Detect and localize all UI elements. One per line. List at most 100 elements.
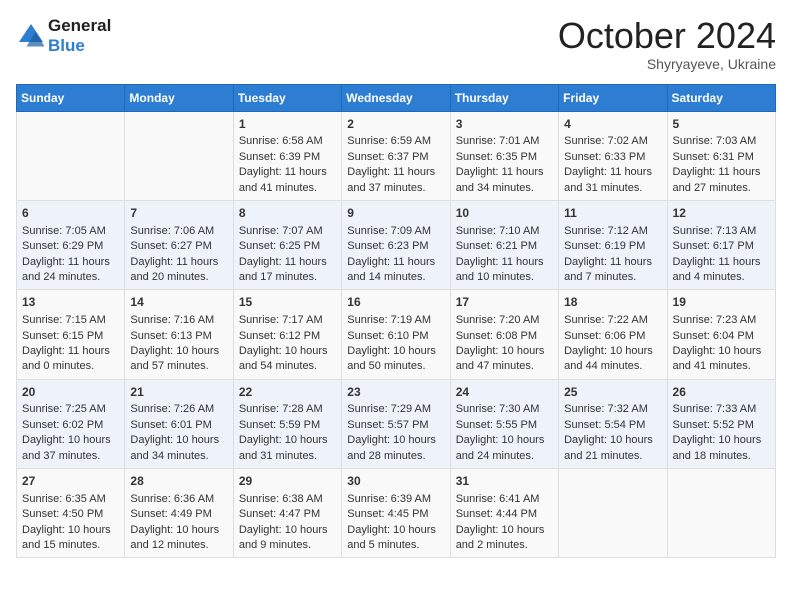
col-header-wednesday: Wednesday xyxy=(342,84,450,111)
day-info: Daylight: 10 hours and 44 minutes. xyxy=(564,344,661,375)
day-info: Sunrise: 6:41 AM xyxy=(456,492,553,507)
day-info: Sunset: 6:19 PM xyxy=(564,239,661,254)
day-info: Sunset: 6:35 PM xyxy=(456,150,553,165)
day-number: 25 xyxy=(564,384,661,401)
title-block: October 2024 Shyryayeve, Ukraine xyxy=(558,16,776,72)
day-info: Daylight: 10 hours and 24 minutes. xyxy=(456,433,553,464)
day-number: 30 xyxy=(347,473,444,490)
day-info: Sunrise: 6:58 AM xyxy=(239,134,336,149)
day-info: Daylight: 10 hours and 37 minutes. xyxy=(22,433,119,464)
day-info: Sunrise: 7:13 AM xyxy=(673,224,770,239)
day-cell: 22Sunrise: 7:28 AMSunset: 5:59 PMDayligh… xyxy=(233,379,341,468)
day-cell: 3Sunrise: 7:01 AMSunset: 6:35 PMDaylight… xyxy=(450,111,558,200)
day-info: Daylight: 10 hours and 2 minutes. xyxy=(456,523,553,554)
col-header-saturday: Saturday xyxy=(667,84,775,111)
day-info: Daylight: 11 hours and 41 minutes. xyxy=(239,165,336,196)
col-header-sunday: Sunday xyxy=(17,84,125,111)
day-info: Daylight: 10 hours and 34 minutes. xyxy=(130,433,227,464)
day-cell: 14Sunrise: 7:16 AMSunset: 6:13 PMDayligh… xyxy=(125,290,233,379)
day-cell: 13 Sunrise: 7:15 AMSunset: 6:15 PMDayligh… xyxy=(17,290,125,379)
day-number: 7 xyxy=(130,205,227,222)
day-info: Daylight: 11 hours and 20 minutes. xyxy=(130,255,227,286)
col-header-thursday: Thursday xyxy=(450,84,558,111)
day-info: Sunrise: 6:39 AM xyxy=(347,492,444,507)
day-info: Sunset: 6:01 PM xyxy=(130,418,227,433)
day-number: 14 xyxy=(130,294,227,311)
day-number: 13 xyxy=(22,294,119,311)
day-info: Daylight: 10 hours and 31 minutes. xyxy=(239,433,336,464)
day-info: Sunrise: 7:02 AM xyxy=(564,134,661,149)
day-info: Sunset: 6:02 PM xyxy=(22,418,119,433)
day-info: Sunset: 6:21 PM xyxy=(456,239,553,254)
day-cell: 31Sunrise: 6:41 AMSunset: 4:44 PMDayligh… xyxy=(450,469,558,558)
day-number: 17 xyxy=(456,294,553,311)
day-cell: 29 Sunrise: 6:38 AMSunset: 4:47 PMDayligh… xyxy=(233,469,341,558)
day-info: Sunset: 6:33 PM xyxy=(564,150,661,165)
week-row-5: 27Sunrise: 6:35 AMSunset: 4:50 PMDayligh… xyxy=(17,469,776,558)
day-number: 26 xyxy=(673,384,770,401)
day-info: Daylight: 11 hours and 17 minutes. xyxy=(239,255,336,286)
day-info: Sunset: 4:47 PM xyxy=(239,507,336,522)
day-info: Daylight: 10 hours and 28 minutes. xyxy=(347,433,444,464)
day-number: 1 xyxy=(239,116,336,133)
day-info: Sunrise: 7:05 AM xyxy=(22,224,119,239)
day-cell: 30Sunrise: 6:39 AMSunset: 4:45 PMDayligh… xyxy=(342,469,450,558)
day-number: 29 xyxy=(239,473,336,490)
calendar-table: SundayMondayTuesdayWednesdayThursdayFrid… xyxy=(16,84,776,559)
day-info: Sunrise: 7:25 AM xyxy=(22,402,119,417)
day-info: Daylight: 10 hours and 57 minutes. xyxy=(130,344,227,375)
col-header-tuesday: Tuesday xyxy=(233,84,341,111)
day-cell: 26Sunrise: 7:33 AMSunset: 5:52 PMDayligh… xyxy=(667,379,775,468)
location-subtitle: Shyryayeve, Ukraine xyxy=(558,56,776,72)
day-info: Daylight: 11 hours and 34 minutes. xyxy=(456,165,553,196)
day-cell: 17Sunrise: 7:20 AMSunset: 6:08 PMDayligh… xyxy=(450,290,558,379)
calendar-header-row: SundayMondayTuesdayWednesdayThursdayFrid… xyxy=(17,84,776,111)
day-info: Sunrise: 7:33 AM xyxy=(673,402,770,417)
day-info: Sunrise: 6:38 AM xyxy=(239,492,336,507)
day-info: Daylight: 10 hours and 9 minutes. xyxy=(239,523,336,554)
day-info: Sunrise: 7:29 AM xyxy=(347,402,444,417)
day-info: Sunset: 6:27 PM xyxy=(130,239,227,254)
day-info: Daylight: 10 hours and 47 minutes. xyxy=(456,344,553,375)
logo-icon xyxy=(16,21,46,51)
day-number: 2 xyxy=(347,116,444,133)
logo-text-line2: Blue xyxy=(48,36,111,56)
day-info: Sunrise: 6:59 AM xyxy=(347,134,444,149)
week-row-1: 1Sunrise: 6:58 AMSunset: 6:39 PMDaylight… xyxy=(17,111,776,200)
day-info: Daylight: 10 hours and 15 minutes. xyxy=(22,523,119,554)
day-info: Sunset: 6:37 PM xyxy=(347,150,444,165)
day-info: Sunrise: 7:30 AM xyxy=(456,402,553,417)
day-info: Daylight: 11 hours and 0 minutes. xyxy=(22,344,119,375)
day-number: 12 xyxy=(673,205,770,222)
logo: General Blue xyxy=(16,16,111,56)
day-info: Sunset: 6:17 PM xyxy=(673,239,770,254)
day-info: Sunset: 6:25 PM xyxy=(239,239,336,254)
day-cell: 6Sunrise: 7:05 AMSunset: 6:29 PMDaylight… xyxy=(17,200,125,289)
day-info: Daylight: 11 hours and 10 minutes. xyxy=(456,255,553,286)
day-cell: 27Sunrise: 6:35 AMSunset: 4:50 PMDayligh… xyxy=(17,469,125,558)
day-info: Sunrise: 7:15 AM xyxy=(22,313,119,328)
day-cell: 1Sunrise: 6:58 AMSunset: 6:39 PMDaylight… xyxy=(233,111,341,200)
day-info: Daylight: 10 hours and 12 minutes. xyxy=(130,523,227,554)
day-cell xyxy=(17,111,125,200)
logo-text-line1: General xyxy=(48,16,111,36)
day-info: Sunset: 5:52 PM xyxy=(673,418,770,433)
day-info: Sunset: 6:04 PM xyxy=(673,329,770,344)
day-info: Daylight: 10 hours and 18 minutes. xyxy=(673,433,770,464)
day-info: Daylight: 10 hours and 41 minutes. xyxy=(673,344,770,375)
day-info: Sunrise: 7:03 AM xyxy=(673,134,770,149)
day-number: 8 xyxy=(239,205,336,222)
week-row-3: 13Sunrise: 7:15 AMSunset: 6:15 PMDayligh… xyxy=(17,290,776,379)
day-info: Sunset: 6:15 PM xyxy=(22,329,119,344)
col-header-monday: Monday xyxy=(125,84,233,111)
day-info: Sunrise: 7:20 AM xyxy=(456,313,553,328)
day-cell: 20Sunrise: 7:25 AMSunset: 6:02 PMDayligh… xyxy=(17,379,125,468)
day-number: 23 xyxy=(347,384,444,401)
day-info: Sunrise: 7:22 AM xyxy=(564,313,661,328)
day-cell: 23Sunrise: 7:29 AMSunset: 5:57 PMDayligh… xyxy=(342,379,450,468)
day-info: Daylight: 11 hours and 37 minutes. xyxy=(347,165,444,196)
day-info: Sunrise: 7:16 AM xyxy=(130,313,227,328)
day-cell xyxy=(125,111,233,200)
day-number: 4 xyxy=(564,116,661,133)
day-cell: 15Sunrise: 7:17 AMSunset: 6:12 PMDayligh… xyxy=(233,290,341,379)
